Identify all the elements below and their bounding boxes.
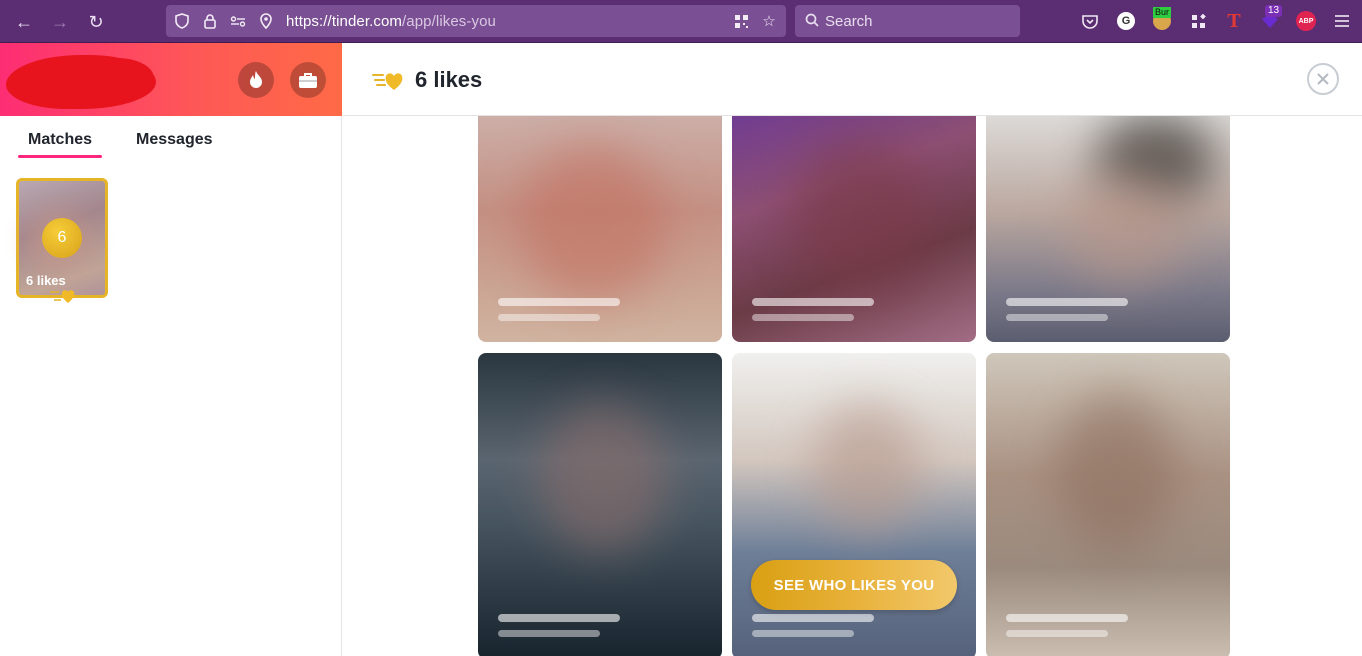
likes-header: 6 likes: [343, 43, 1362, 116]
qr-code-icon[interactable]: [727, 5, 755, 37]
blurred-like-card[interactable]: [986, 116, 1230, 342]
gold-heart-icon: [371, 69, 407, 93]
blurred-like-card[interactable]: [478, 353, 722, 656]
pocket-icon[interactable]: [1078, 9, 1102, 33]
search-placeholder: Search: [825, 12, 873, 30]
reload-icon[interactable]: ↻: [84, 10, 108, 34]
close-button[interactable]: [1307, 63, 1339, 95]
likes-you-card[interactable]: 6 6 likes: [16, 178, 108, 303]
see-who-likes-you-button[interactable]: SEE WHO LIKES YOU: [751, 560, 957, 610]
hamburger-menu-icon[interactable]: [1330, 9, 1354, 33]
extension-badge-count: 13: [1265, 5, 1283, 17]
search-bar[interactable]: Search: [795, 5, 1020, 37]
sidebar: Matches Messages 6 6 likes: [0, 43, 342, 656]
tinder-flame-button[interactable]: [238, 62, 274, 98]
bur-extension-label: Bur: [1153, 7, 1172, 18]
tab-messages[interactable]: Messages: [126, 131, 223, 153]
permissions-icon[interactable]: [224, 5, 252, 37]
back-arrow-icon[interactable]: ←: [12, 10, 36, 34]
work-mode-button[interactable]: [290, 62, 326, 98]
t-extension-icon[interactable]: T: [1222, 9, 1246, 33]
flame-icon: [250, 71, 262, 88]
grammarly-extension-icon[interactable]: G: [1117, 12, 1135, 30]
sidebar-tabs: Matches Messages: [18, 131, 223, 158]
page-title: 6 likes: [415, 67, 483, 92]
profile-avatar-redacted-overlay: [80, 58, 154, 98]
blurred-like-card[interactable]: [478, 116, 722, 342]
url-text[interactable]: https://tinder.com/app/likes-you: [286, 13, 496, 30]
sidebar-header: [0, 43, 342, 116]
forward-arrow-icon[interactable]: →: [48, 10, 72, 34]
browser-toolbar: ← → ↻ https://tinder.com/app/likes-you ☆…: [0, 0, 1362, 43]
likes-count-badge: 6: [42, 218, 82, 258]
location-pin-icon[interactable]: [252, 5, 280, 37]
blurred-like-card[interactable]: [732, 116, 976, 342]
url-path: /app/likes-you: [402, 12, 496, 30]
blurred-like-card[interactable]: [986, 353, 1230, 656]
close-icon: [1317, 73, 1329, 85]
likes-card-label: 6 likes: [26, 273, 66, 288]
shield-icon[interactable]: [168, 5, 196, 37]
url-host: https://tinder.com: [286, 12, 403, 30]
blurred-like-card[interactable]: [732, 353, 976, 656]
search-icon: [805, 13, 819, 30]
tab-matches[interactable]: Matches: [18, 131, 103, 158]
adblock-plus-icon[interactable]: ABP: [1296, 11, 1316, 31]
extensions-grid-icon[interactable]: [1186, 9, 1210, 33]
gold-heart-icon: [50, 287, 80, 310]
briefcase-icon: [299, 72, 317, 88]
lock-icon[interactable]: [196, 5, 224, 37]
address-bar[interactable]: https://tinder.com/app/likes-you ☆: [166, 5, 786, 37]
bookmark-star-icon[interactable]: ☆: [755, 5, 783, 37]
